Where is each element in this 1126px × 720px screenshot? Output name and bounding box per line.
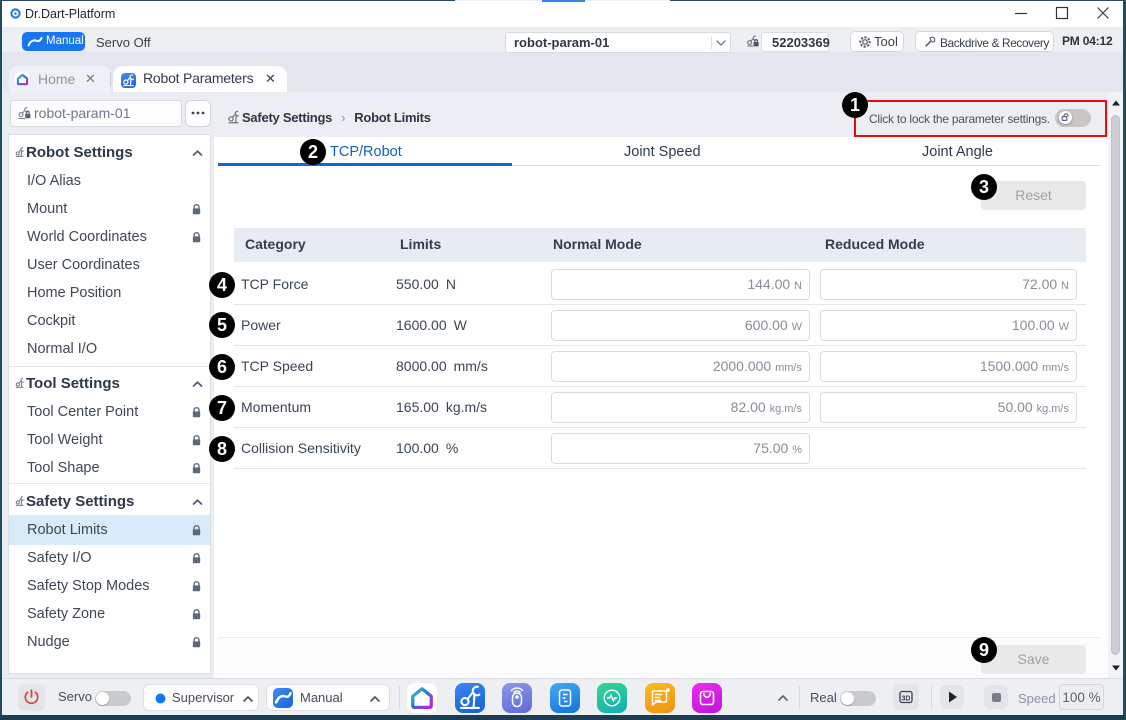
svg-text:3D: 3D <box>902 696 911 703</box>
